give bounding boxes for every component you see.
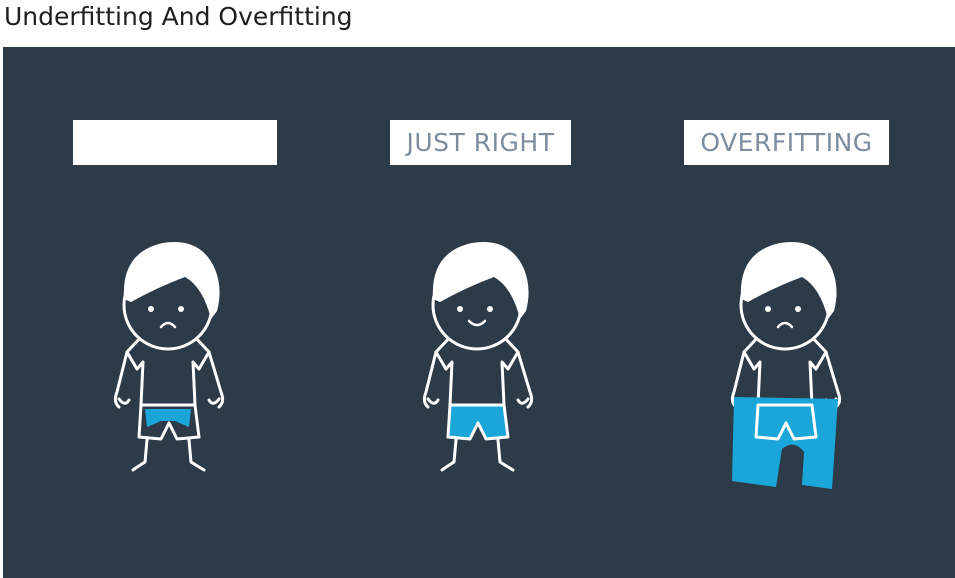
overfit-boy-illustration — [730, 242, 842, 489]
slide-image: JUST RIGHT OVERFITTING — [3, 47, 955, 578]
underfit-boy-illustration — [113, 242, 225, 472]
page-title: Underfitting And Overfitting — [4, 2, 353, 31]
panel-label: JUST RIGHT — [406, 128, 555, 157]
panel-label: OVERFITTING — [700, 128, 873, 157]
overfitting-label-box: OVERFITTING — [684, 120, 889, 165]
underfitting-label-box — [73, 120, 277, 165]
just-right-label-box: JUST RIGHT — [390, 120, 571, 165]
just-right-boy-illustration — [422, 242, 534, 472]
